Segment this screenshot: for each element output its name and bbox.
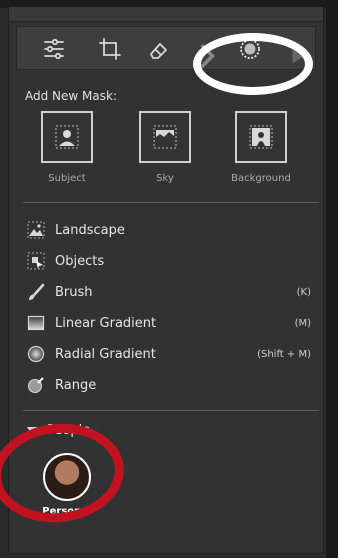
mask-sky-button[interactable]: Sky xyxy=(133,111,197,184)
healing-eraser-icon[interactable] xyxy=(145,36,171,62)
menu-label: Linear Gradient xyxy=(55,315,157,331)
menu-item-radial-gradient[interactable]: Radial Gradient (Shift + M) xyxy=(25,343,319,365)
menu-label: Brush xyxy=(55,284,93,300)
mask-subject-button[interactable]: Subject xyxy=(35,111,99,184)
people-section-toggle[interactable]: People xyxy=(27,423,90,438)
background-icon xyxy=(235,111,287,163)
range-icon xyxy=(25,374,47,396)
radial-gradient-icon xyxy=(25,343,47,365)
menu-shortcut: (K) xyxy=(296,286,311,298)
masking-panel: Add New Mask: Subject Sky Background Lan… xyxy=(8,6,324,554)
edit-sliders-icon[interactable] xyxy=(41,36,67,62)
chevron-down-icon xyxy=(27,426,37,435)
divider xyxy=(23,410,319,411)
menu-shortcut: (M) xyxy=(294,317,311,329)
right-scrollbar[interactable] xyxy=(326,0,338,558)
prev-tool-chevron-icon[interactable] xyxy=(193,43,215,69)
mask-background-label: Background xyxy=(231,173,291,184)
masking-icon[interactable] xyxy=(237,36,263,62)
mask-sky-label: Sky xyxy=(156,173,174,184)
menu-label: Objects xyxy=(55,253,105,269)
menu-label: Landscape xyxy=(55,222,125,238)
sky-icon xyxy=(139,111,191,163)
menu-label: Range xyxy=(55,377,97,393)
avatar xyxy=(43,453,91,501)
menu-item-brush[interactable]: Brush (K) xyxy=(25,281,319,303)
mask-subject-label: Subject xyxy=(48,173,86,184)
person-1-label: Person 1 xyxy=(42,506,92,517)
people-section-label: People xyxy=(47,423,91,438)
objects-icon xyxy=(25,250,47,272)
menu-item-range[interactable]: Range xyxy=(25,374,319,396)
menu-label: Radial Gradient xyxy=(55,346,156,362)
person-1-mask-button[interactable]: Person 1 xyxy=(39,453,95,517)
mask-background-button[interactable]: Background xyxy=(229,111,293,184)
subject-icon xyxy=(41,111,93,163)
menu-item-linear-gradient[interactable]: Linear Gradient (M) xyxy=(25,312,319,334)
menu-item-objects[interactable]: Objects xyxy=(25,250,319,272)
crop-icon[interactable] xyxy=(97,36,123,62)
panel-header xyxy=(9,7,323,22)
landscape-icon xyxy=(25,219,47,241)
divider xyxy=(23,202,319,203)
tool-strip xyxy=(16,26,316,95)
linear-gradient-icon xyxy=(25,312,47,334)
add-new-mask-title: Add New Mask: xyxy=(25,89,117,103)
more-tools-icon[interactable] xyxy=(287,41,308,64)
menu-item-landscape[interactable]: Landscape xyxy=(25,219,319,241)
brush-icon xyxy=(25,281,47,303)
menu-shortcut: (Shift + M) xyxy=(257,348,311,360)
